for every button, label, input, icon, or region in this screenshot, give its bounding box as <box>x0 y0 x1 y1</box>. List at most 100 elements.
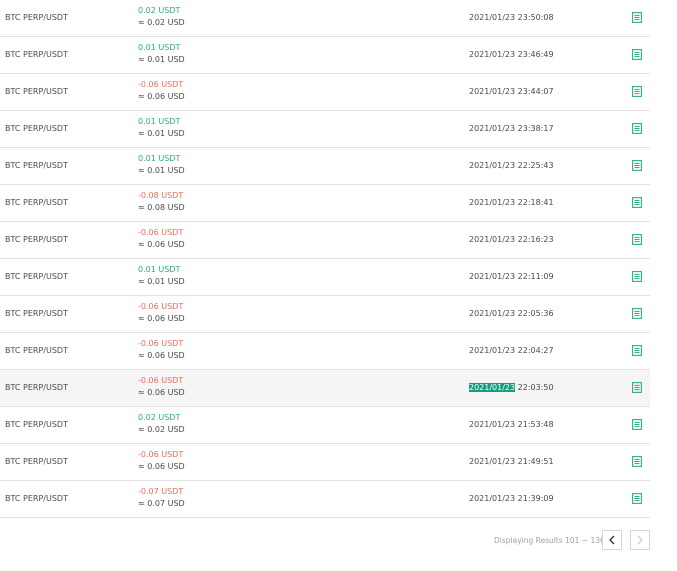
chevron-left-icon <box>609 535 615 545</box>
table-row[interactable]: BTC PERP/USDT 0.02 USDT ≈ 0.02 USD 2021/01/… <box>0 0 650 37</box>
amount-usdt: -0.07 USDT <box>138 487 184 496</box>
amount-cell: -0.06 USDT ≈ 0.06 USD <box>138 338 185 362</box>
document-detail-icon[interactable] <box>632 308 642 319</box>
amount-usd: ≈ 0.01 USD <box>138 166 185 175</box>
amount-usd: ≈ 0.01 USD <box>138 277 185 286</box>
document-detail-icon[interactable] <box>632 234 642 245</box>
table-row[interactable]: BTC PERP/USDT -0.06 USDT ≈ 0.06 USD 2021/01… <box>0 222 650 259</box>
amount-usdt: -0.06 USDT <box>138 376 184 385</box>
amount-usdt: -0.06 USDT <box>138 228 184 237</box>
amount-usd: ≈ 0.01 USD <box>138 55 185 64</box>
document-detail-icon[interactable] <box>632 419 642 430</box>
trading-pair: BTC PERP/USDT <box>5 50 68 59</box>
trading-pair: BTC PERP/USDT <box>5 13 68 22</box>
amount-usdt: -0.08 USDT <box>138 191 184 200</box>
table-row[interactable]: BTC PERP/USDT -0.06 USDT ≈ 0.06 USD 2021/01… <box>0 74 650 111</box>
amount-usd: ≈ 0.07 USD <box>138 499 185 508</box>
amount-usdt: -0.06 USDT <box>138 339 184 348</box>
table-row[interactable]: BTC PERP/USDT -0.08 USDT ≈ 0.08 USD 2021/01… <box>0 185 650 222</box>
timestamp: 2021/01/23 22:18:41 <box>469 185 554 221</box>
trading-pair: BTC PERP/USDT <box>5 198 68 207</box>
table-row[interactable]: BTC PERP/USDT 0.01 USDT ≈ 0.01 USD 2021/01/… <box>0 148 650 185</box>
trading-pair: BTC PERP/USDT <box>5 161 68 170</box>
trading-pair: BTC PERP/USDT <box>5 420 68 429</box>
amount-usd: ≈ 0.06 USD <box>138 351 185 360</box>
timestamp: 2021/01/23 23:38:17 <box>469 111 554 147</box>
table-row[interactable]: BTC PERP/USDT -0.07 USDT ≈ 0.07 USD 2021/01… <box>0 481 650 518</box>
trading-pair: BTC PERP/USDT <box>5 494 68 503</box>
amount-cell: -0.06 USDT ≈ 0.06 USD <box>138 301 185 325</box>
timestamp-text: 2021/01/23 22:18:41 <box>469 198 554 207</box>
timestamp: 2021/01/23 23:50:08 <box>469 0 554 36</box>
amount-cell: -0.06 USDT ≈ 0.06 USD <box>138 449 185 473</box>
table-row[interactable]: BTC PERP/USDT -0.06 USDT ≈ 0.06 USD 2021/01… <box>0 444 650 481</box>
timestamp-text: 2021/01/23 22:25:43 <box>469 161 554 170</box>
trading-pair: BTC PERP/USDT <box>5 383 68 392</box>
amount-cell: 0.01 USDT ≈ 0.01 USD <box>138 153 185 177</box>
timestamp: 2021/01/23 22:25:43 <box>469 148 554 184</box>
document-detail-icon[interactable] <box>632 456 642 467</box>
timestamp: 2021/01/23 23:46:49 <box>469 37 554 73</box>
amount-usd: ≈ 0.01 USD <box>138 129 185 138</box>
document-detail-icon[interactable] <box>632 12 642 23</box>
amount-cell: -0.08 USDT ≈ 0.08 USD <box>138 190 185 214</box>
document-detail-icon[interactable] <box>632 123 642 134</box>
timestamp: 2021/01/23 22:05:36 <box>469 296 554 332</box>
previous-page-button[interactable] <box>602 530 622 550</box>
timestamp-text: 2021/01/23 22:16:23 <box>469 235 554 244</box>
timestamp-text: 2021/01/23 23:38:17 <box>469 124 554 133</box>
amount-usdt: 0.02 USDT <box>138 413 181 422</box>
trading-pair: BTC PERP/USDT <box>5 272 68 281</box>
timestamp: 2021/01/23 21:53:48 <box>469 407 554 443</box>
table-row[interactable]: BTC PERP/USDT 0.01 USDT ≈ 0.01 USD 2021/01/… <box>0 259 650 296</box>
amount-cell: 0.02 USDT ≈ 0.02 USD <box>138 412 185 436</box>
amount-usd: ≈ 0.08 USD <box>138 203 185 212</box>
next-page-button[interactable] <box>630 530 650 550</box>
amount-usdt: 0.01 USDT <box>138 154 181 163</box>
timestamp-text: 2021/01/23 21:49:51 <box>469 457 554 466</box>
document-detail-icon[interactable] <box>632 49 642 60</box>
amount-usd: ≈ 0.06 USD <box>138 388 185 397</box>
table-row[interactable]: BTC PERP/USDT 0.01 USDT ≈ 0.01 USD 2021/01/… <box>0 37 650 74</box>
pagination-results-text: Displaying Results 101 ~ 136 <box>494 536 605 545</box>
timestamp-text: 22:03:50 <box>515 383 554 392</box>
document-detail-icon[interactable] <box>632 86 642 97</box>
amount-cell: 0.01 USDT ≈ 0.01 USD <box>138 264 185 288</box>
amount-usdt: -0.06 USDT <box>138 450 184 459</box>
table-row[interactable]: BTC PERP/USDT 0.01 USDT ≈ 0.01 USD 2021/01/… <box>0 111 650 148</box>
table-row[interactable]: BTC PERP/USDT -0.06 USDT ≈ 0.06 USD 2021/01… <box>0 333 650 370</box>
pagination: Displaying Results 101 ~ 136 <box>0 530 677 552</box>
trading-pair: BTC PERP/USDT <box>5 309 68 318</box>
document-detail-icon[interactable] <box>632 493 642 504</box>
amount-usd: ≈ 0.06 USD <box>138 92 185 101</box>
timestamp: 2021/01/23 22:16:23 <box>469 222 554 258</box>
timestamp: 2021/01/23 22:11:09 <box>469 259 554 295</box>
timestamp-text: 2021/01/23 21:39:09 <box>469 494 554 503</box>
document-detail-icon[interactable] <box>632 382 642 393</box>
table-row[interactable]: BTC PERP/USDT -0.06 USDT ≈ 0.06 USD 2021/01… <box>0 296 650 333</box>
amount-cell: 0.01 USDT ≈ 0.01 USD <box>138 42 185 66</box>
chevron-right-icon <box>637 535 643 545</box>
document-detail-icon[interactable] <box>632 160 642 171</box>
amount-usd: ≈ 0.06 USD <box>138 240 185 249</box>
document-detail-icon[interactable] <box>632 197 642 208</box>
transaction-table: BTC PERP/USDT 0.02 USDT ≈ 0.02 USD 2021/01/… <box>0 0 650 518</box>
amount-usdt: 0.01 USDT <box>138 117 181 126</box>
document-detail-icon[interactable] <box>632 345 642 356</box>
amount-cell: 0.01 USDT ≈ 0.01 USD <box>138 116 185 140</box>
amount-usd: ≈ 0.02 USD <box>138 425 185 434</box>
timestamp: 2021/01/23 23:44:07 <box>469 74 554 110</box>
trading-pair: BTC PERP/USDT <box>5 124 68 133</box>
trading-pair: BTC PERP/USDT <box>5 235 68 244</box>
document-detail-icon[interactable] <box>632 271 642 282</box>
amount-usd: ≈ 0.02 USD <box>138 18 185 27</box>
trading-pair: BTC PERP/USDT <box>5 87 68 96</box>
table-row[interactable]: BTC PERP/USDT 0.02 USDT ≈ 0.02 USD 2021/01/… <box>0 407 650 444</box>
amount-usdt: 0.01 USDT <box>138 265 181 274</box>
amount-usdt: 0.02 USDT <box>138 6 181 15</box>
amount-cell: -0.06 USDT ≈ 0.06 USD <box>138 375 185 399</box>
amount-cell: 0.02 USDT ≈ 0.02 USD <box>138 5 185 29</box>
table-row[interactable]: BTC PERP/USDT -0.06 USDT ≈ 0.06 USD 2021/01… <box>0 370 650 407</box>
amount-usdt: -0.06 USDT <box>138 302 184 311</box>
selected-text: 2021/01/23 <box>469 383 516 392</box>
